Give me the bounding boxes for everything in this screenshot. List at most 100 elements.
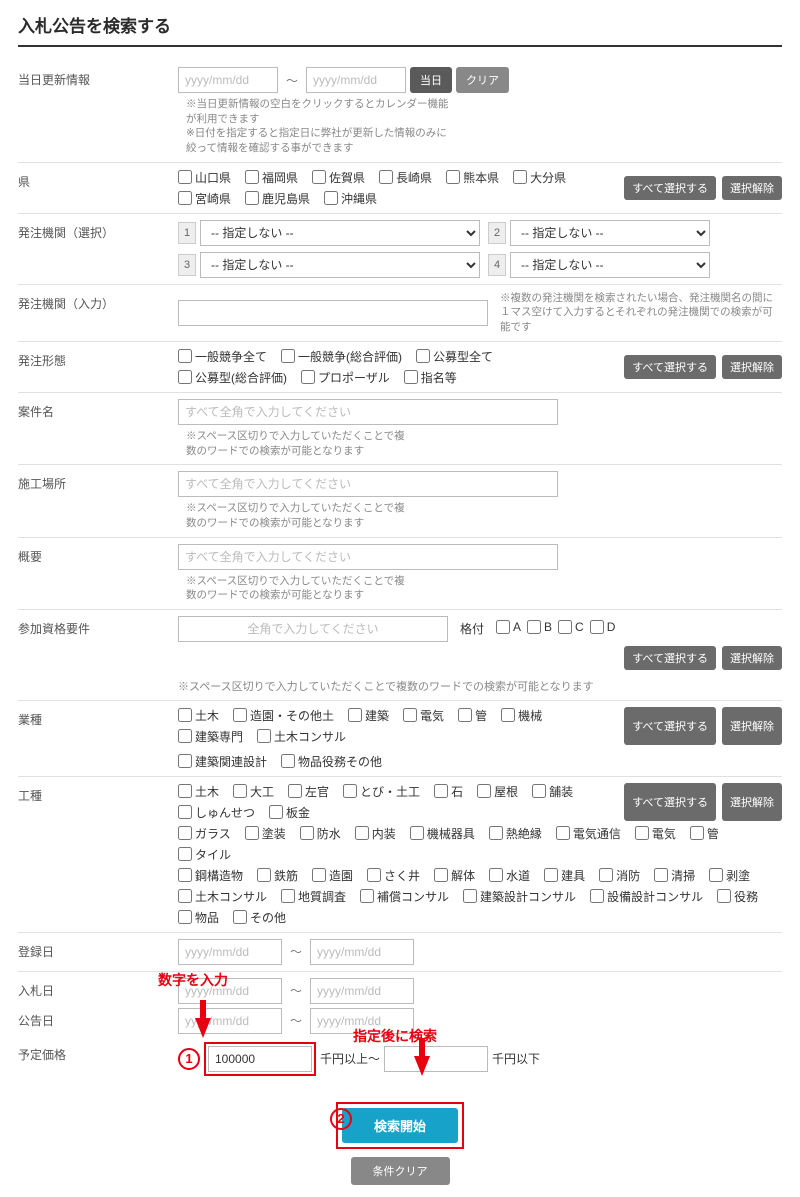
formtype-check-3[interactable]: 公募型(総合評価) bbox=[178, 369, 287, 386]
category-check-4-1[interactable]: 地質調査 bbox=[281, 888, 346, 905]
pref-check-4[interactable]: 熊本県 bbox=[446, 169, 499, 186]
pref-check-3[interactable]: 長崎県 bbox=[379, 169, 432, 186]
update-to-input[interactable] bbox=[306, 67, 406, 93]
price-from-input[interactable] bbox=[208, 1046, 312, 1072]
category-check-2-8[interactable]: 管 bbox=[690, 825, 719, 842]
industry-check-2[interactable]: 建築 bbox=[348, 707, 389, 724]
notice-date-from[interactable] bbox=[178, 1008, 282, 1034]
formtype-check-5[interactable]: 指名等 bbox=[404, 369, 457, 386]
category-check-3-2[interactable]: 造園 bbox=[312, 867, 353, 884]
industry-check-6[interactable]: 建築専門 bbox=[178, 728, 243, 745]
category-check-1-7[interactable]: しゅんせつ bbox=[178, 804, 255, 821]
cat-deselect[interactable]: 選択解除 bbox=[722, 783, 782, 821]
category-check-3-3[interactable]: さく井 bbox=[367, 867, 420, 884]
category-check-2-2[interactable]: 防水 bbox=[300, 825, 341, 842]
category-check-2-0[interactable]: ガラス bbox=[178, 825, 231, 842]
update-from-input[interactable] bbox=[178, 67, 278, 93]
industry-check-5[interactable]: 機械 bbox=[501, 707, 542, 724]
pref-check-1[interactable]: 福岡県 bbox=[245, 169, 298, 186]
org-select-1[interactable]: -- 指定しない -- bbox=[200, 220, 480, 246]
annotation-circle-1: 1 bbox=[178, 1048, 200, 1070]
pref-select-all-button[interactable]: すべて選択する bbox=[624, 176, 716, 200]
category-check-2-7[interactable]: 電気 bbox=[635, 825, 676, 842]
clear-conditions-button[interactable]: 条件クリア bbox=[351, 1157, 450, 1185]
industry-select-all[interactable]: すべて選択する bbox=[624, 707, 716, 745]
price-to-input[interactable] bbox=[384, 1046, 488, 1072]
place-input[interactable] bbox=[178, 471, 558, 497]
formtype-check-4[interactable]: プロポーザル bbox=[301, 369, 390, 386]
category-check-1-6[interactable]: 舗装 bbox=[532, 783, 573, 800]
category-check-4-0[interactable]: 土木コンサル bbox=[178, 888, 267, 905]
grade-check-3[interactable]: D bbox=[590, 620, 616, 634]
category-check-1-2[interactable]: 左官 bbox=[288, 783, 329, 800]
pref-check-7[interactable]: 鹿児島県 bbox=[245, 190, 310, 207]
category-check-1-5[interactable]: 屋根 bbox=[477, 783, 518, 800]
grade-deselect[interactable]: 選択解除 bbox=[722, 646, 782, 670]
category-check-3-4[interactable]: 解体 bbox=[434, 867, 475, 884]
org-select-3[interactable]: -- 指定しない -- bbox=[200, 252, 480, 278]
category-check-4-3[interactable]: 建築設計コンサル bbox=[463, 888, 576, 905]
industry-check-1[interactable]: 造園・その他土 bbox=[233, 707, 334, 724]
pref-check-6[interactable]: 宮崎県 bbox=[178, 190, 231, 207]
category-check-3-8[interactable]: 清掃 bbox=[654, 867, 695, 884]
grade-check-1[interactable]: B bbox=[527, 620, 552, 634]
category-check-2-5[interactable]: 熱絶縁 bbox=[489, 825, 542, 842]
org-select-4[interactable]: -- 指定しない -- bbox=[510, 252, 710, 278]
category-check-4-2[interactable]: 補償コンサル bbox=[360, 888, 449, 905]
industry-check-b-1[interactable]: 物品役務その他 bbox=[281, 753, 382, 770]
clear-date-button[interactable]: クリア bbox=[456, 67, 509, 93]
category-check-1-4[interactable]: 石 bbox=[434, 783, 463, 800]
category-check-3-5[interactable]: 水道 bbox=[489, 867, 530, 884]
category-check-2-4[interactable]: 機械器具 bbox=[410, 825, 475, 842]
today-button[interactable]: 当日 bbox=[410, 67, 452, 93]
bid-date-from[interactable] bbox=[178, 978, 282, 1004]
category-check-3-6[interactable]: 建具 bbox=[544, 867, 585, 884]
industry-deselect[interactable]: 選択解除 bbox=[722, 707, 782, 745]
industry-check-4[interactable]: 管 bbox=[458, 707, 487, 724]
notice-date-to[interactable] bbox=[310, 1008, 414, 1034]
project-name-input[interactable] bbox=[178, 399, 558, 425]
category-check-4-5[interactable]: 役務 bbox=[717, 888, 758, 905]
category-check-5-1[interactable]: その他 bbox=[233, 909, 286, 926]
pref-check-5[interactable]: 大分県 bbox=[513, 169, 566, 186]
bid-date-to[interactable] bbox=[310, 978, 414, 1004]
category-check-2-6[interactable]: 電気通信 bbox=[556, 825, 621, 842]
industry-check-3[interactable]: 電気 bbox=[403, 707, 444, 724]
grade-check-2[interactable]: C bbox=[558, 620, 584, 634]
formtype-check-0[interactable]: 一般競争全て bbox=[178, 348, 267, 365]
category-check-1-8[interactable]: 板金 bbox=[269, 804, 310, 821]
category-check-3-7[interactable]: 消防 bbox=[599, 867, 640, 884]
industry-check-b-0[interactable]: 建築関連設計 bbox=[178, 753, 267, 770]
reg-date-to[interactable] bbox=[310, 939, 414, 965]
search-button[interactable]: 検索開始 bbox=[342, 1108, 458, 1143]
pref-deselect-button[interactable]: 選択解除 bbox=[722, 176, 782, 200]
org-text-input[interactable] bbox=[178, 300, 488, 326]
formtype-check-1[interactable]: 一般競争(総合評価) bbox=[281, 348, 402, 365]
formtype-check-2[interactable]: 公募型全て bbox=[416, 348, 493, 365]
industry-check-0[interactable]: 土木 bbox=[178, 707, 219, 724]
pref-check-2[interactable]: 佐賀県 bbox=[312, 169, 365, 186]
qual-input[interactable] bbox=[178, 616, 448, 642]
category-check-2-3[interactable]: 内装 bbox=[355, 825, 396, 842]
org-select-2[interactable]: -- 指定しない -- bbox=[510, 220, 710, 246]
industry-check-7[interactable]: 土木コンサル bbox=[257, 728, 346, 745]
grade-check-0[interactable]: A bbox=[496, 620, 521, 634]
category-check-5-0[interactable]: 物品 bbox=[178, 909, 219, 926]
grade-select-all[interactable]: すべて選択する bbox=[624, 646, 716, 670]
category-check-3-1[interactable]: 鉄筋 bbox=[257, 867, 298, 884]
formtype-select-all[interactable]: すべて選択する bbox=[624, 355, 716, 379]
summary-input[interactable] bbox=[178, 544, 558, 570]
reg-date-from[interactable] bbox=[178, 939, 282, 965]
formtype-deselect[interactable]: 選択解除 bbox=[722, 355, 782, 379]
category-check-4-4[interactable]: 設備設計コンサル bbox=[590, 888, 703, 905]
category-check-3-0[interactable]: 鋼構造物 bbox=[178, 867, 243, 884]
pref-check-8[interactable]: 沖縄県 bbox=[324, 190, 377, 207]
category-check-1-3[interactable]: とび・土工 bbox=[343, 783, 420, 800]
cat-select-all[interactable]: すべて選択する bbox=[624, 783, 716, 821]
category-check-3-9[interactable]: 剥塗 bbox=[709, 867, 750, 884]
category-check-1-0[interactable]: 土木 bbox=[178, 783, 219, 800]
pref-check-0[interactable]: 山口県 bbox=[178, 169, 231, 186]
category-check-2-9[interactable]: タイル bbox=[178, 846, 231, 863]
category-check-2-1[interactable]: 塗装 bbox=[245, 825, 286, 842]
category-check-1-1[interactable]: 大工 bbox=[233, 783, 274, 800]
